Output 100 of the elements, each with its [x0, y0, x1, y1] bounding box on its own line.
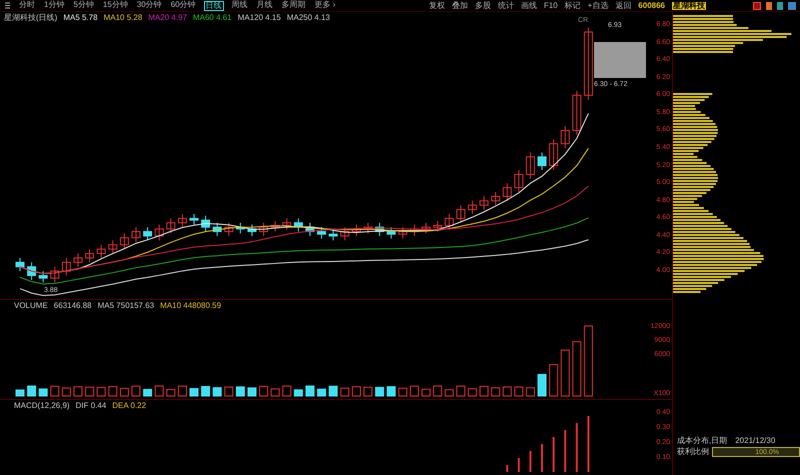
date-label: 2021/12/30 — [735, 437, 776, 445]
volume-bar — [491, 387, 500, 396]
toolbar-button[interactable]: 复权 — [428, 2, 445, 10]
indicator-value: MA5 750157.63 — [98, 302, 154, 310]
volume-bar — [85, 386, 94, 396]
candle — [282, 218, 292, 230]
period-tab[interactable]: 更多 › — [314, 0, 337, 10]
macd-bar — [576, 423, 578, 472]
toolbar-button[interactable]: 统计 — [498, 2, 514, 10]
indicator-value: MA60 4.61 — [192, 14, 232, 22]
candle — [386, 226, 396, 240]
menu-icon[interactable] — [4, 2, 11, 9]
toolbar-button[interactable]: 返回 — [615, 2, 632, 10]
candle — [398, 226, 408, 240]
volume-bar — [514, 386, 524, 396]
indicator-value: 663146.88 — [54, 302, 92, 310]
volume-bar — [143, 388, 152, 396]
volume-bar — [398, 388, 408, 396]
candle — [96, 244, 106, 258]
volume-bar — [444, 389, 454, 396]
volume-bar — [560, 350, 570, 396]
volume-bar — [282, 386, 292, 396]
candle — [410, 224, 419, 236]
volume-bar — [178, 386, 187, 396]
period-tab[interactable]: 月线 — [256, 0, 274, 10]
toolbar-button[interactable]: 多股 — [474, 2, 491, 10]
volume-bar — [526, 387, 535, 396]
candle — [364, 222, 372, 234]
volume-bar — [502, 386, 512, 396]
candle — [212, 222, 222, 236]
candle — [143, 226, 152, 241]
candle — [74, 253, 82, 268]
candle — [108, 240, 118, 254]
stock-code: 600866 — [638, 2, 665, 10]
candle — [526, 152, 535, 180]
macd-bar — [518, 458, 520, 472]
volume-bar — [236, 386, 245, 396]
candle — [270, 220, 280, 232]
indicator-value: MA120 4.15 — [238, 14, 281, 22]
candle — [62, 257, 71, 276]
volume-bar — [352, 386, 361, 396]
candle — [306, 222, 314, 236]
period-tab[interactable]: 日线 — [204, 0, 224, 10]
volume-bar — [317, 388, 326, 396]
volume-bar — [468, 388, 477, 396]
period-tab[interactable]: 60分钟 — [170, 0, 197, 10]
period-tab[interactable]: 15分钟 — [102, 0, 129, 10]
candle — [120, 232, 129, 250]
candle — [328, 229, 338, 241]
volume-bar — [132, 386, 140, 396]
toolbar-button[interactable]: +自选 — [588, 2, 608, 10]
period-tab[interactable]: 多周期 — [280, 0, 307, 10]
volume-bar — [328, 386, 338, 396]
candle — [50, 266, 60, 284]
volume-bar — [422, 388, 430, 396]
candle — [16, 257, 24, 272]
volume-bar — [201, 386, 210, 396]
macd-bar — [552, 437, 555, 472]
candle — [224, 222, 234, 236]
indicator-value: MA20 4.97 — [148, 14, 187, 22]
toolbar-button[interactable]: 画线 — [520, 2, 537, 10]
volume-bar — [50, 386, 60, 396]
volume-bar — [154, 386, 164, 396]
indicator-value: MA10 5.28 — [104, 14, 142, 22]
volume-bar — [340, 388, 350, 396]
candle — [433, 220, 442, 232]
candle — [560, 126, 570, 149]
period-tab[interactable]: 30分钟 — [136, 0, 163, 10]
toolbar-button[interactable]: 标记 — [564, 2, 581, 10]
volume-bar — [480, 386, 488, 396]
indicator-value: DIF 0.44 — [76, 402, 106, 410]
indicator-value: MA5 5.78 — [63, 14, 98, 22]
volume-bar — [96, 387, 106, 396]
volume-bar — [224, 386, 234, 396]
volume-bar — [190, 388, 198, 396]
volume-bar — [375, 386, 384, 396]
chart-title: VOLUME — [13, 302, 48, 310]
candle — [27, 262, 36, 280]
period-tab[interactable]: 1分钟 — [43, 0, 66, 10]
period-tab[interactable]: 周线 — [230, 0, 249, 10]
candle — [549, 138, 558, 171]
candle — [236, 222, 245, 234]
chart-title: MACD(12,26,9) — [13, 402, 70, 410]
candle — [190, 213, 198, 226]
volume-bar — [120, 388, 129, 396]
macd-bar — [506, 465, 508, 472]
volume-bar — [166, 389, 176, 396]
candle — [85, 248, 94, 263]
volume-bar — [248, 387, 256, 396]
toolbar-button[interactable]: 叠加 — [452, 2, 468, 10]
volume-bar — [584, 326, 593, 396]
candle — [317, 226, 326, 240]
volume-bar — [212, 387, 222, 396]
candle — [502, 182, 512, 202]
candle — [422, 222, 430, 234]
period-tab[interactable]: 5分钟 — [72, 0, 95, 10]
toolbar-button[interactable]: F10 — [544, 2, 558, 10]
volume-bar — [294, 389, 303, 396]
period-tab[interactable]: 分时 — [18, 0, 36, 10]
volume-bar — [433, 386, 442, 396]
